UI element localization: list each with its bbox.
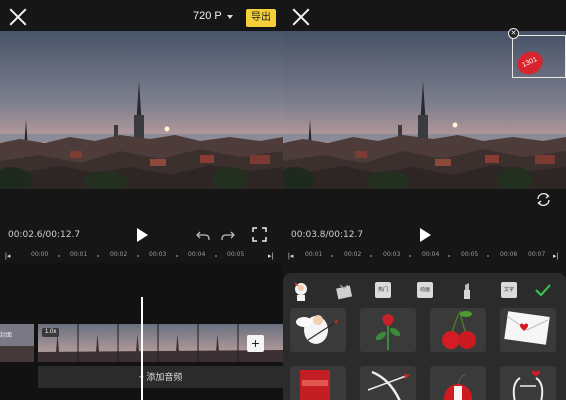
video-preview[interactable] <box>0 31 283 189</box>
caret-down-icon[interactable] <box>227 15 233 19</box>
lipstick-category-icon[interactable] <box>459 282 475 300</box>
sticker-rose[interactable] <box>360 308 416 352</box>
sticker-heart-apple[interactable] <box>430 366 486 400</box>
category-hot-label: 热门 <box>377 287 388 293</box>
time-ruler[interactable]: |◂ 00:01 00:02 00:03 00:04 00:05 00:06 0… <box>283 250 566 263</box>
resolution-selector[interactable]: 720 P <box>193 10 222 22</box>
ruler-label: 00:00 <box>31 251 49 258</box>
ruler-label: 00:04 <box>188 251 206 258</box>
ruler-label: 00:02 <box>344 251 362 258</box>
play-icon[interactable] <box>137 228 148 242</box>
close-icon[interactable] <box>291 7 311 27</box>
time-display: 00:03.8/00:12.7 <box>291 230 364 240</box>
sticker-cupid[interactable] <box>290 308 346 352</box>
category-text-label: 文字 <box>503 287 514 293</box>
heart-apple-sticker-image <box>444 373 472 400</box>
city-skyline-image <box>0 31 283 189</box>
ruler-label: 00:04 <box>422 251 440 258</box>
ruler-dot <box>215 255 217 257</box>
ruler-dot <box>97 255 99 257</box>
export-button[interactable]: 导出 <box>246 9 276 27</box>
fullscreen-icon[interactable] <box>252 227 267 242</box>
top-bar <box>283 0 566 34</box>
time-ruler[interactable]: |◂ 00:00 00:01 00:02 00:03 00:04 00:05 ▸… <box>0 250 283 263</box>
sticker-delete-icon[interactable]: ✕ <box>508 28 519 39</box>
ruler-label: 00:07 <box>528 251 546 258</box>
speed-badge: 1.0x <box>42 328 60 337</box>
lyre-sticker-image <box>512 370 544 400</box>
sticker-love-letter[interactable] <box>500 308 556 352</box>
top-bar: 720 P 导出 <box>0 0 283 34</box>
editor-panel-left: 720 P 导出 00:02.6/00:12.7 |◂ 00:00 00:01 … <box>0 0 283 400</box>
ruler-dot <box>448 255 450 257</box>
ruler-label: 00:03 <box>149 251 167 258</box>
editor-panel-right: ✕ 1301 00:03.8/00:12.7 |◂ 00:01 00:02 00… <box>283 0 566 400</box>
bow-arrow-sticker-image <box>367 370 410 400</box>
ruler-start-marker: |◂ <box>288 253 294 260</box>
sticker-category-row: 热门 动画 文字 <box>283 279 566 305</box>
rotate-icon[interactable] <box>535 191 552 208</box>
playhead[interactable] <box>141 297 143 400</box>
cover-label: 封面 <box>0 333 13 339</box>
ruler-label: 00:02 <box>110 251 128 258</box>
ruler-dot <box>176 255 178 257</box>
ruler-label: 00:05 <box>227 251 245 258</box>
ruler-start-marker: |◂ <box>5 253 11 260</box>
sticker-panel: 热门 动画 文字 <box>283 273 566 400</box>
time-display: 00:02.6/00:12.7 <box>8 230 81 240</box>
check-icon[interactable] <box>535 283 551 297</box>
category-animation-label: 动画 <box>419 287 430 293</box>
redo-icon[interactable] <box>221 228 235 242</box>
ruler-label: 00:06 <box>500 251 518 258</box>
playback-bar: 00:03.8/00:12.7 <box>283 222 566 248</box>
add-clip-button[interactable]: + <box>247 335 264 352</box>
ruler-label: 00:01 <box>70 251 88 258</box>
ruler-dot <box>409 255 411 257</box>
undo-icon[interactable] <box>196 228 210 242</box>
playback-bar: 00:02.6/00:12.7 <box>0 222 283 248</box>
ruler-end-marker: ▸| <box>553 253 559 260</box>
ruler-dot <box>487 255 489 257</box>
ruler-label: 00:05 <box>461 251 479 258</box>
cupid-category-icon[interactable] <box>291 281 311 303</box>
book-sticker-image <box>300 370 330 400</box>
ruler-dot <box>370 255 372 257</box>
add-audio-button[interactable]: + 添加音频 <box>38 366 283 388</box>
ruler-label: 00:01 <box>305 251 323 258</box>
cupid-sticker-image <box>296 315 338 344</box>
close-icon[interactable] <box>8 7 28 27</box>
envelope-sticker-image <box>504 311 550 345</box>
cherries-sticker-image <box>442 310 476 349</box>
sticker-cherries[interactable] <box>430 308 486 352</box>
ruler-label: 00:03 <box>383 251 401 258</box>
ruler-dot <box>137 255 139 257</box>
ruler-end-marker: ▸| <box>268 253 274 260</box>
play-icon[interactable] <box>420 228 431 242</box>
gift-category-icon[interactable] <box>335 282 353 300</box>
rose-sticker-image <box>375 314 401 350</box>
sticker-bow-arrow[interactable] <box>360 366 416 400</box>
timeline-track-area: 封面 1.0x + + 添加音频 <box>0 263 283 400</box>
ruler-dot <box>58 255 60 257</box>
sticker-book[interactable] <box>290 366 346 400</box>
sticker-lyre[interactable] <box>500 366 556 400</box>
ruler-dot <box>331 255 333 257</box>
